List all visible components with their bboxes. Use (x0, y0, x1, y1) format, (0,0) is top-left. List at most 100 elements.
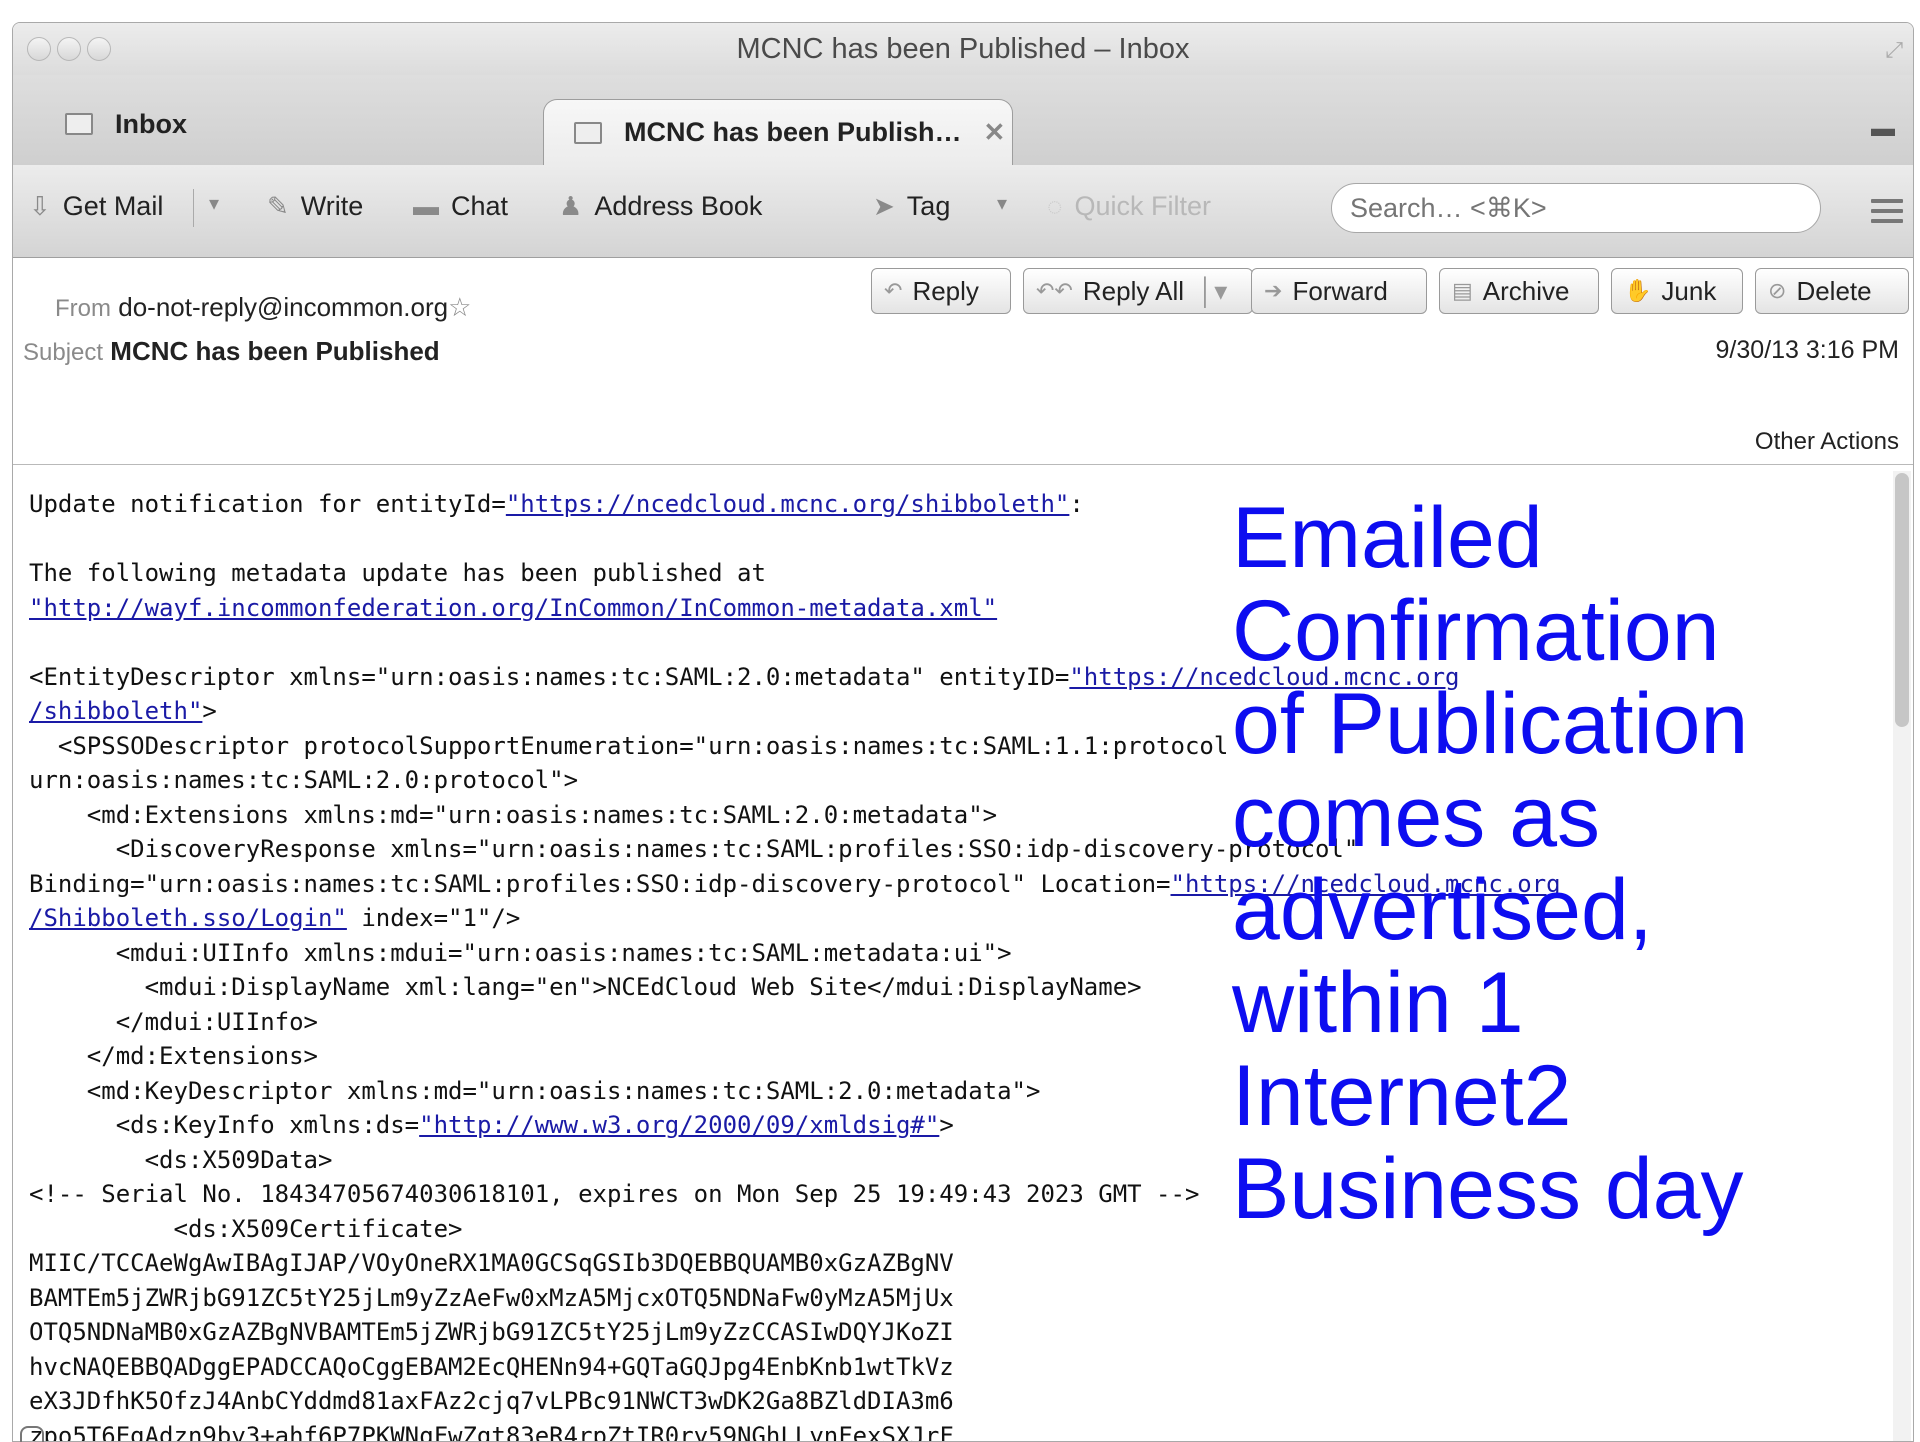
body-line: > (202, 697, 217, 725)
reply-all-icon: ↶↶ (1036, 278, 1073, 303)
tag-icon: ➤ (873, 191, 895, 221)
delete-button[interactable]: ⊘ Delete (1755, 268, 1909, 314)
metadata-url-link[interactable]: "http://wayf.incommonfederation.org/InCo… (29, 594, 997, 622)
tab-list-icon[interactable]: ▬ (1871, 115, 1895, 143)
get-mail-label: Get Mail (62, 191, 164, 221)
scroll-thumb[interactable] (1895, 473, 1909, 727)
forward-icon: ➔ (1264, 278, 1283, 303)
body-line: Binding="urn:oasis:names:tc:SAML:profile… (29, 869, 1171, 898)
person-icon: ♟ (559, 191, 583, 221)
delete-icon: ⊘ (1768, 278, 1787, 303)
entity-id-link[interactable]: "https://ncedcloud.mcnc.org/shibboleth" (506, 490, 1070, 518)
from-row: From do-not-reply@incommon.org☆ (55, 292, 471, 323)
filter-icon: ◌ (1047, 191, 1063, 221)
reply-all-label: Reply All (1082, 275, 1185, 306)
toolbar-separator (193, 189, 194, 227)
download-icon: ⇩ (29, 191, 51, 221)
star-icon[interactable]: ☆ (448, 292, 471, 322)
quick-filter-label: Quick Filter (1074, 191, 1211, 221)
delete-label: Delete (1796, 275, 1872, 306)
archive-icon: ▤ (1452, 278, 1473, 303)
archive-label: Archive (1482, 275, 1570, 306)
search-field[interactable] (1331, 183, 1821, 233)
menu-icon[interactable] (1871, 199, 1903, 229)
body-line: MIIC/TCCAeWgAwIBAgIJAP/VOyOneRX1MA0GCSqG… (29, 1249, 954, 1277)
body-line: </mdui:UIInfo> (29, 1007, 318, 1036)
body-line: zpo5T6EgAdzn9by3+ahf6P7PKWNqFwZgt83eR4rp… (29, 1421, 954, 1442)
junk-button[interactable]: ✋ Junk (1611, 268, 1743, 314)
vertical-scrollbar[interactable] (1893, 471, 1911, 1441)
annotation-overlay: Emailed Confirmation of Publication come… (1232, 490, 1749, 1237)
reply-button[interactable]: ↶ Reply (871, 268, 1011, 314)
junk-icon: ✋ (1624, 278, 1652, 303)
tab-inbox-label: Inbox (115, 108, 187, 139)
pencil-icon: ✎ (267, 191, 289, 221)
body-line: <md:Extensions xmlns:md="urn:oasis:names… (29, 800, 998, 829)
other-actions-button[interactable]: Other Actions (1755, 428, 1899, 456)
reply-all-dropdown-icon[interactable]: │▾ (1198, 276, 1227, 307)
tab-message[interactable]: MCNC has been Publish… ✕ (543, 99, 1013, 165)
from-label: From (55, 295, 111, 322)
tag-label: Tag (906, 191, 951, 221)
quick-filter-button[interactable]: ◌ Quick Filter (1047, 191, 1211, 222)
entity-id-link[interactable]: /shibboleth" (29, 697, 202, 725)
body-line: <mdui:DisplayName xml:lang="en">NCEdClou… (29, 973, 1142, 1001)
body-line: hvcNAQEBBQADggEPADCCAQoCggEBAM2EcQHENn94… (29, 1352, 954, 1381)
login-location-link[interactable]: /Shibboleth.sso/Login" (29, 904, 347, 932)
message-date: 9/30/13 3:16 PM (1715, 336, 1899, 364)
forward-button[interactable]: ➔ Forward (1251, 268, 1427, 314)
get-mail-dropdown-icon[interactable]: ▾ (209, 191, 219, 216)
xmldsig-link[interactable]: "http://www.w3.org/2000/09/xmldsig#" (419, 1111, 939, 1139)
window-title: MCNC has been Published – Inbox (736, 33, 1190, 65)
body-line: OTQ5NDNaMB0xGzAZBgNVBAMTEm5jZWRjbG91ZC5t… (29, 1318, 954, 1346)
body-line: <ds:X509Data> (29, 1145, 333, 1174)
body-line: Update notification for entityId= (29, 490, 506, 518)
reply-icon: ↶ (884, 278, 903, 303)
reply-all-button[interactable]: ↶↶ Reply All │▾ (1023, 268, 1253, 314)
body-line: BAMTEm5jZWRjbG91ZC5tY25jLm9yZzAeFw0xMzA5… (29, 1283, 954, 1312)
body-line: index="1"/> (346, 904, 521, 932)
body-line: <DiscoveryResponse xmlns="urn:oasis:name… (29, 835, 1359, 863)
toolbar: ⇩ Get Mail ▾ ✎ Write ▬ Chat ♟ Address Bo… (13, 165, 1913, 258)
body-line: <SPSSODescriptor protocolSupportEnumerat… (29, 731, 1229, 760)
tab-message-label: MCNC has been Publish… (624, 117, 962, 147)
subject-label: Subject (23, 339, 104, 366)
archive-button[interactable]: ▤ Archive (1439, 268, 1599, 314)
from-address[interactable]: do-not-reply@incommon.org (118, 292, 448, 322)
tab-inbox[interactable]: Inbox (65, 87, 187, 161)
title-bar: MCNC has been Published – Inbox ⤢ (13, 23, 1913, 75)
address-book-label: Address Book (594, 191, 763, 221)
inbox-icon (65, 113, 93, 135)
address-book-button[interactable]: ♟ Address Book (559, 191, 762, 222)
tag-dropdown-icon[interactable]: ▾ (997, 191, 1007, 216)
get-mail-button[interactable]: ⇩ Get Mail (29, 191, 163, 222)
body-line: <EntityDescriptor xmlns="urn:oasis:names… (29, 662, 1070, 691)
body-line: : (1069, 490, 1084, 518)
chat-button[interactable]: ▬ Chat (413, 191, 508, 222)
search-input[interactable] (1348, 192, 1772, 225)
reply-label: Reply (912, 275, 979, 306)
chat-label: Chat (451, 191, 509, 221)
close-tab-icon[interactable]: ✕ (984, 117, 1006, 148)
body-line: <md:KeyDescriptor xmlns:md="urn:oasis:na… (29, 1076, 1041, 1105)
body-line: The following metadata update has been p… (29, 559, 766, 587)
body-line: <!-- Serial No. 18434705674030618101, ex… (29, 1180, 1200, 1208)
body-line: </md:Extensions> (29, 1042, 318, 1070)
message-icon (574, 121, 602, 144)
message-header: From do-not-reply@incommon.org☆ Subject … (13, 258, 1913, 465)
body-line: <ds:X509Certificate> (29, 1214, 463, 1243)
body-line: <ds:KeyInfo xmlns:ds= (29, 1111, 420, 1139)
forward-label: Forward (1292, 275, 1388, 306)
write-button[interactable]: ✎ Write (267, 191, 363, 222)
tab-bar: Inbox MCNC has been Publish… ✕ ▬ (13, 75, 1913, 166)
subject-row: Subject MCNC has been Published (23, 336, 440, 367)
chat-icon: ▬ (413, 191, 439, 221)
body-line: > (939, 1111, 954, 1139)
junk-label: Junk (1661, 275, 1717, 306)
tag-button[interactable]: ➤ Tag (873, 191, 950, 222)
body-line: eX3JDfhK5OfzJ4AnbCYddmd81axFAz2cjq7vLPBc… (29, 1387, 954, 1415)
subject-value: MCNC has been Published (110, 336, 440, 366)
body-line: urn:oasis:names:tc:SAML:2.0:protocol"> (29, 766, 579, 794)
fullscreen-icon[interactable]: ⤢ (1885, 37, 1903, 63)
body-line: <mdui:UIInfo xmlns:mdui="urn:oasis:names… (29, 938, 1012, 967)
